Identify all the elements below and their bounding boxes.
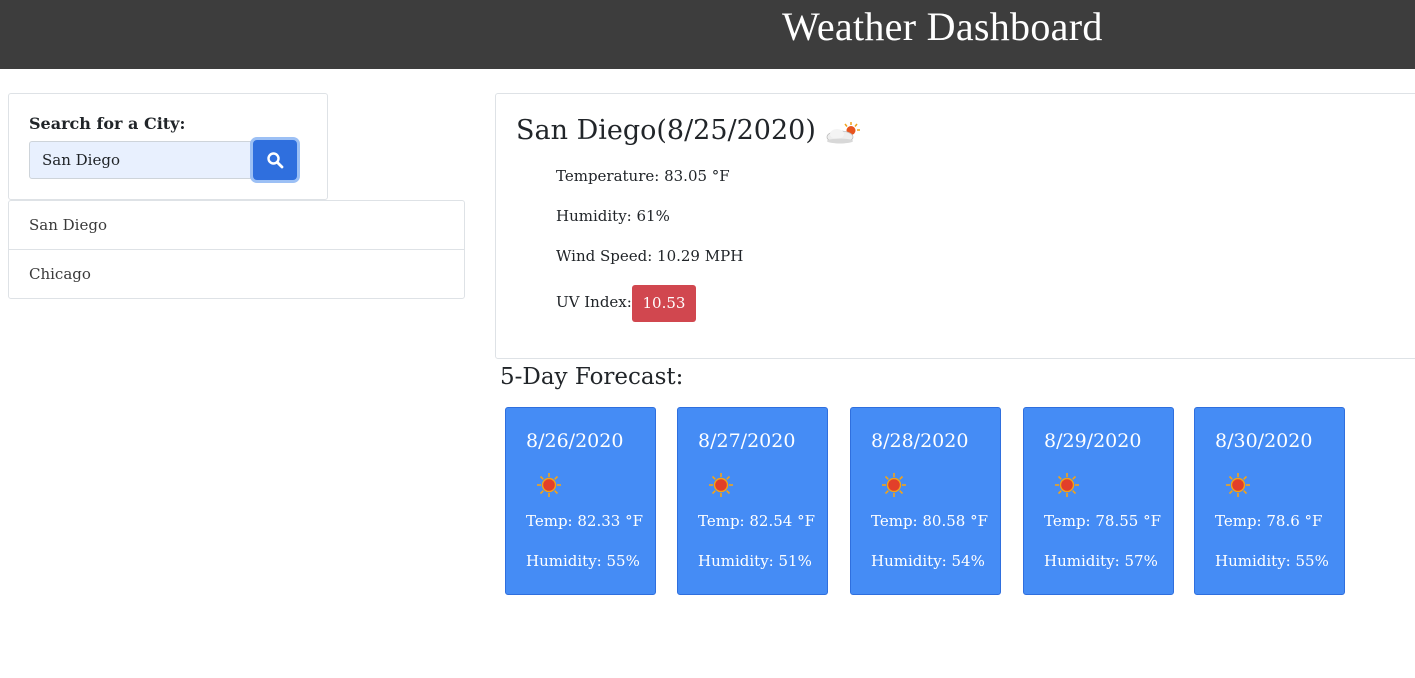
forecast-card: 8/30/2020 Temp: 78.6 °F Humidity: 55% (1194, 407, 1345, 595)
current-temperature: Temperature: 83.05 °F (556, 167, 730, 185)
forecast-temp: Temp: 78.55 °F (1044, 512, 1161, 530)
city-search-input[interactable]: San Diego (29, 141, 251, 179)
forecast-temp: Temp: 82.33 °F (526, 512, 643, 530)
forecast-temp: Temp: 82.54 °F (698, 512, 815, 530)
forecast-humidity: Humidity: 55% (1215, 552, 1329, 570)
sun-icon (708, 472, 734, 502)
forecast-date: 8/29/2020 (1044, 430, 1142, 452)
current-humidity: Humidity: 61% (556, 207, 670, 225)
forecast-humidity: Humidity: 54% (871, 552, 985, 570)
sun-icon (1054, 472, 1080, 502)
current-city-heading: San Diego(8/25/2020) (516, 114, 862, 148)
history-item-san-diego[interactable]: San Diego (9, 201, 464, 250)
forecast-temp: Temp: 80.58 °F (871, 512, 988, 530)
history-item-chicago[interactable]: Chicago (9, 250, 464, 299)
search-label: Search for a City: (29, 114, 186, 133)
forecast-card: 8/29/2020 Temp: 78.55 °F Humidity: 57% (1023, 407, 1174, 595)
forecast-heading: 5-Day Forecast: (500, 364, 684, 390)
forecast-humidity: Humidity: 51% (698, 552, 812, 570)
forecast-date: 8/27/2020 (698, 430, 796, 452)
forecast-date: 8/28/2020 (871, 430, 969, 452)
current-wind-speed: Wind Speed: 10.29 MPH (556, 247, 744, 265)
forecast-humidity: Humidity: 57% (1044, 552, 1158, 570)
forecast-date: 8/30/2020 (1215, 430, 1313, 452)
current-weather-card: San Diego(8/25/2020) Temperature: 83.05 … (495, 93, 1415, 359)
forecast-date: 8/26/2020 (526, 430, 624, 452)
search-icon (267, 152, 284, 169)
app-header: Weather Dashboard (0, 0, 1415, 69)
page-title: Weather Dashboard (782, 4, 1103, 49)
sun-icon (881, 472, 907, 502)
forecast-humidity: Humidity: 55% (526, 552, 640, 570)
search-history-list: San Diego Chicago (8, 200, 465, 299)
search-button[interactable] (253, 140, 297, 180)
uv-index-badge: 10.53 (632, 285, 696, 322)
sun-icon (1225, 472, 1251, 502)
forecast-card: 8/26/2020 Temp: 82.33 °F Humidity: 55% (505, 407, 656, 595)
forecast-card: 8/28/2020 Temp: 80.58 °F Humidity: 54% (850, 407, 1001, 595)
partly-cloudy-icon (826, 122, 860, 144)
current-city-date: San Diego(8/25/2020) (516, 115, 816, 146)
sun-icon (536, 472, 562, 502)
uv-index-label: UV Index: (556, 293, 632, 311)
search-panel: Search for a City: San Diego (8, 93, 328, 200)
forecast-card: 8/27/2020 Temp: 82.54 °F Humidity: 51% (677, 407, 828, 595)
forecast-temp: Temp: 78.6 °F (1215, 512, 1323, 530)
